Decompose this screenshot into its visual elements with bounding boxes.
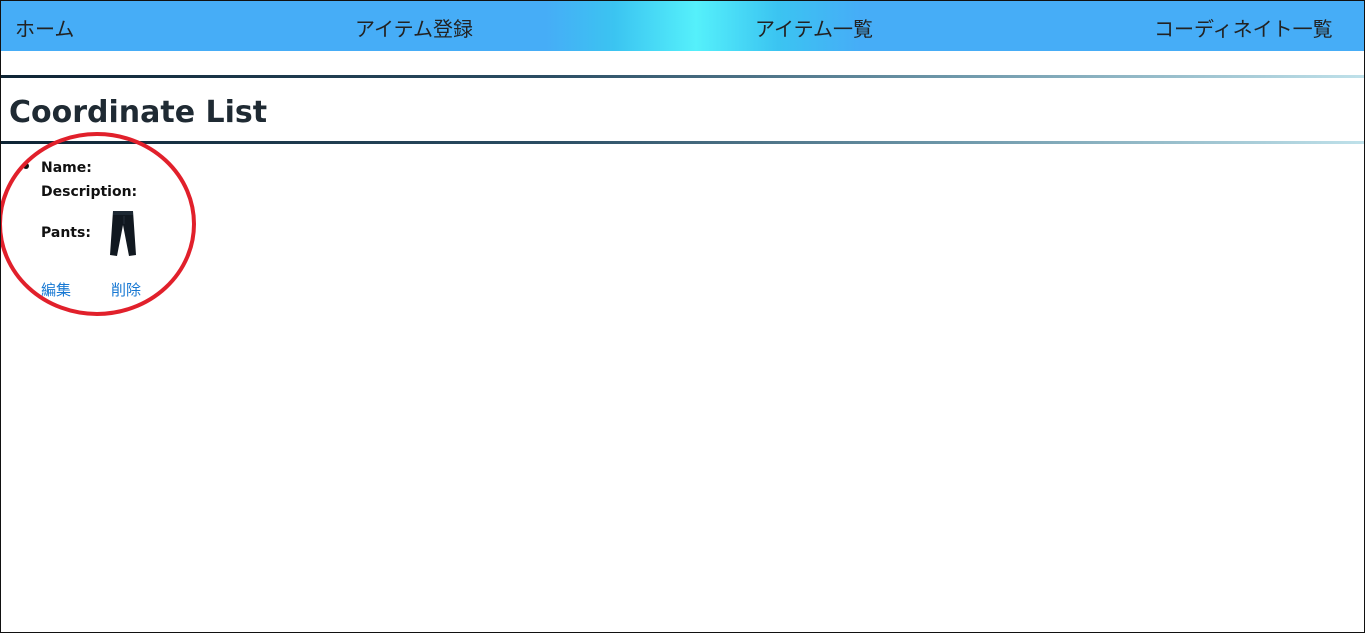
nav-register-item-link[interactable]: アイテム登録 [355, 15, 473, 43]
nav-home-link[interactable]: ホーム [15, 15, 74, 43]
list-bullet [23, 163, 29, 169]
title-divider-top [1, 75, 1364, 78]
pants-label: Pants: [41, 225, 91, 241]
delete-link[interactable]: 削除 [111, 280, 141, 300]
pants-row: Pants: [41, 208, 143, 258]
pants-thumbnail-image [102, 208, 143, 258]
top-navbar: ホーム アイテム登録 アイテム一覧 コーディネイト一覧 [1, 1, 1364, 51]
browser-viewport: ホーム アイテム登録 アイテム一覧 コーディネイト一覧 Coordinate L… [0, 0, 1365, 633]
coordinate-list: Name: Description: Pants: 編集 削除 [23, 156, 143, 300]
coordinate-actions: 編集 削除 [41, 280, 143, 300]
page-title: Coordinate List [9, 95, 268, 130]
coordinate-description-label: Description: [41, 184, 138, 200]
edit-link[interactable]: 編集 [41, 280, 71, 300]
coordinate-list-item: Name: Description: Pants: 編集 削除 [23, 156, 143, 300]
nav-item-list-link[interactable]: アイテム一覧 [755, 15, 873, 43]
title-divider-bottom [1, 141, 1364, 144]
coordinate-name-label: Name: [41, 160, 92, 176]
nav-coordinate-list-link[interactable]: コーディネイト一覧 [1154, 15, 1333, 43]
